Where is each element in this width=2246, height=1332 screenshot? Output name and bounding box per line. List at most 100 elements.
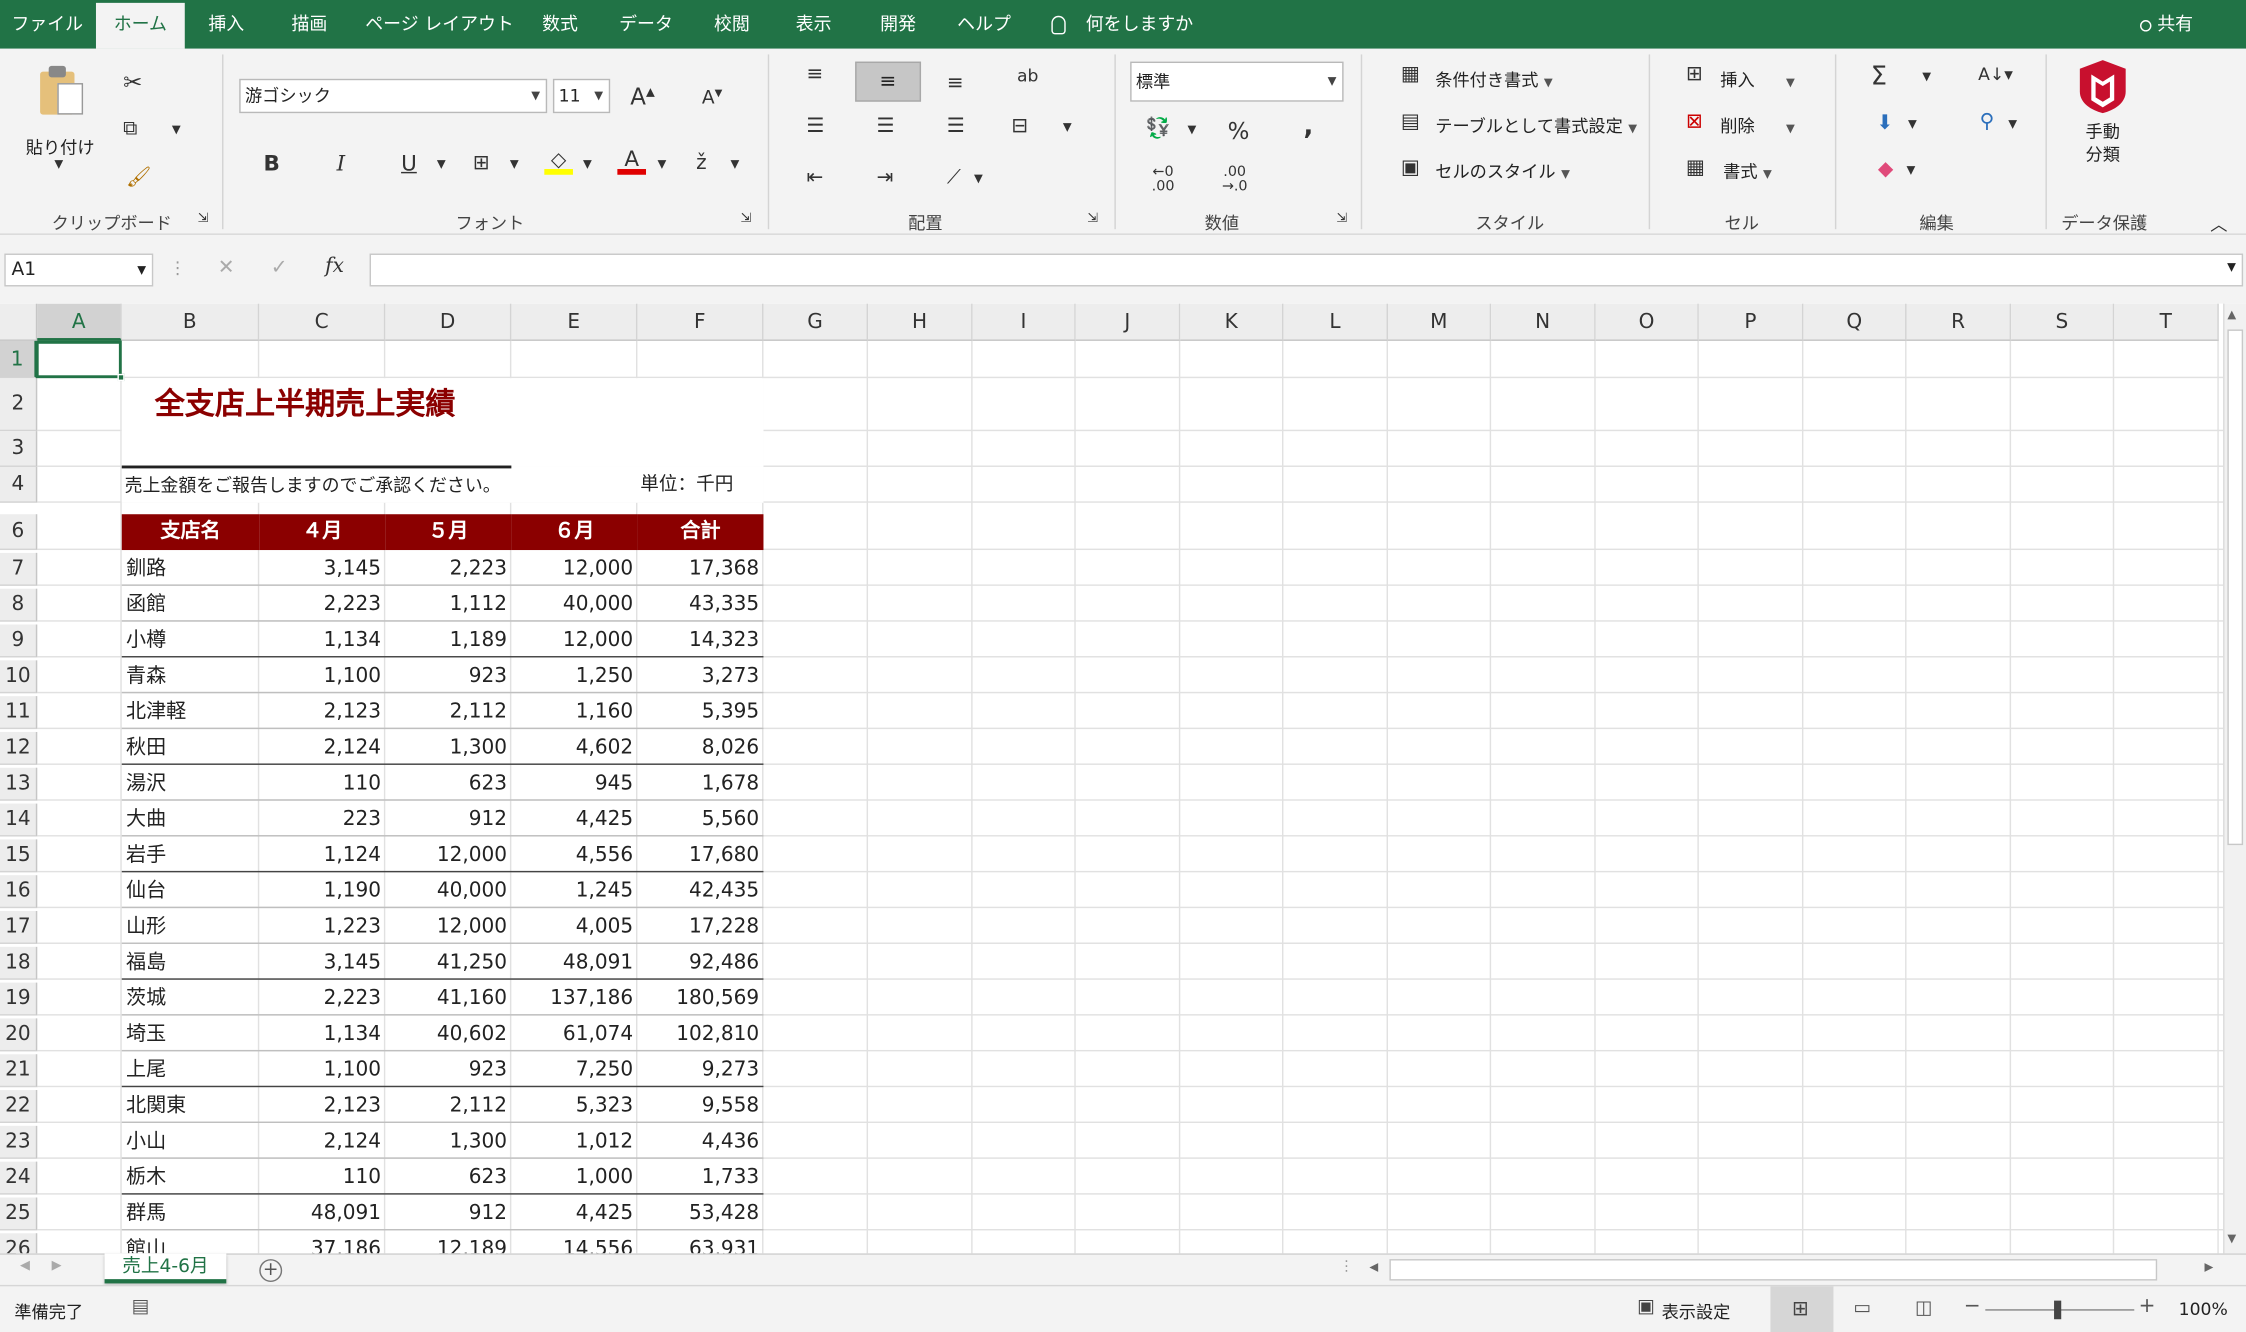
chevron-down-icon[interactable]: ▼: [437, 158, 446, 171]
column-header[interactable]: G: [763, 303, 869, 341]
increase-decimal-icon[interactable]: ←0.00: [1152, 165, 1175, 195]
orientation-icon[interactable]: ab: [1017, 66, 1038, 86]
row-header[interactable]: 20: [0, 1018, 38, 1052]
select-all-corner[interactable]: [0, 303, 38, 341]
column-header[interactable]: A: [37, 303, 122, 341]
clear-icon[interactable]: ◆: [1878, 158, 1893, 181]
ribbon-tab[interactable]: 校閲: [700, 0, 763, 49]
column-header[interactable]: T: [2114, 303, 2219, 341]
autosum-icon[interactable]: Σ: [1871, 62, 1887, 92]
chevron-down-icon[interactable]: ▼: [2008, 117, 2017, 130]
borders-icon[interactable]: ⊞: [473, 152, 490, 175]
formula-input[interactable]: ▼: [369, 253, 2244, 287]
column-header[interactable]: P: [1698, 303, 1804, 341]
font-color-icon[interactable]: A: [617, 146, 647, 175]
align-bottom-icon[interactable]: ≡: [947, 72, 964, 95]
column-header[interactable]: D: [385, 303, 512, 341]
display-settings-icon[interactable]: ▣: [1637, 1296, 1655, 1317]
increase-indent-icon[interactable]: ⇥: [877, 166, 894, 189]
insert-function-icon[interactable]: fx: [325, 255, 344, 278]
ribbon-tab[interactable]: 描画: [281, 0, 338, 49]
align-left-icon[interactable]: ☰: [806, 115, 824, 138]
ribbon-tab[interactable]: 挿入: [198, 0, 255, 49]
share-button[interactable]: 共有: [2140, 0, 2193, 49]
decrease-decimal-icon[interactable]: .00 →.0: [1222, 165, 1248, 195]
format-as-table-button[interactable]: テーブルとして書式設定 ▼: [1435, 113, 1637, 137]
worksheet-grid[interactable]: ABCDEFGHIJKLMNOPQRST 1 2 3 4 6 7 8 9 10 11 12 13 14 1…: [0, 303, 2224, 1254]
row-header[interactable]: 22: [0, 1090, 38, 1124]
column-header[interactable]: I: [972, 303, 1076, 341]
shrink-font-button[interactable]: A▼: [702, 87, 722, 109]
format-cells-button[interactable]: 書式 ▼: [1723, 159, 1772, 183]
column-header[interactable]: O: [1595, 303, 1699, 341]
column-header[interactable]: L: [1283, 303, 1388, 341]
row-header[interactable]: 6: [0, 514, 38, 551]
row-header[interactable]: 11: [0, 696, 38, 730]
fill-down-icon[interactable]: ⬇: [1876, 112, 1893, 135]
conditional-format-button[interactable]: 条件付き書式 ▼: [1435, 67, 1552, 91]
cancel-icon[interactable]: ✕: [218, 256, 235, 279]
dialog-launcher-icon[interactable]: ⇲: [1087, 212, 1098, 226]
chevron-down-icon[interactable]: ▼: [172, 123, 181, 136]
column-header[interactable]: H: [868, 303, 973, 341]
insert-cells-button[interactable]: 挿入 ▼: [1720, 67, 1794, 91]
chevron-down-icon[interactable]: ▼: [731, 158, 740, 171]
display-settings-button[interactable]: 表示設定: [1662, 1299, 1731, 1323]
row-header[interactable]: 23: [0, 1125, 38, 1159]
format-table-icon[interactable]: ▤: [1401, 110, 1420, 133]
cell-styles-button[interactable]: セルのスタイル ▼: [1435, 159, 1570, 183]
vertical-scrollbar[interactable]: ▲ ▼: [2223, 303, 2246, 1254]
find-select-icon[interactable]: ⚲: [1980, 110, 1995, 133]
prev-sheet-icon[interactable]: ◀: [20, 1259, 30, 1273]
format-cells-icon[interactable]: ▦: [1686, 156, 1705, 179]
chevron-down-icon[interactable]: ▼: [1187, 123, 1196, 136]
row-header[interactable]: 8: [0, 588, 38, 622]
column-header[interactable]: J: [1075, 303, 1181, 341]
column-header[interactable]: F: [637, 303, 764, 341]
currency-icon[interactable]: 💱: [1146, 117, 1171, 140]
collapse-ribbon-icon[interactable]: ︿: [2210, 212, 2227, 236]
tab-split-handle[interactable]: ⋮: [1339, 1259, 1353, 1275]
copy-icon[interactable]: ⧉: [123, 117, 137, 140]
zoom-out-icon[interactable]: −: [1964, 1295, 1981, 1318]
merge-center-icon[interactable]: ⊟: [1011, 115, 1028, 138]
tell-me-search[interactable]: 何をしますか: [1051, 0, 1193, 49]
zoom-level[interactable]: 100%: [2179, 1299, 2228, 1319]
zoom-in-icon[interactable]: +: [2139, 1295, 2156, 1318]
chevron-down-icon[interactable]: ▼: [1063, 120, 1072, 133]
ribbon-tab[interactable]: ホーム: [95, 2, 185, 49]
column-header[interactable]: E: [511, 303, 638, 341]
delete-cells-icon[interactable]: ⊠: [1686, 110, 1703, 133]
dialog-launcher-icon[interactable]: ⇲: [741, 212, 752, 226]
next-sheet-icon[interactable]: ▶: [52, 1259, 62, 1273]
horizontal-scroll-thumb[interactable]: [1389, 1259, 2158, 1281]
scroll-right-icon[interactable]: ▶: [2204, 1261, 2213, 1274]
column-header[interactable]: S: [2011, 303, 2115, 341]
column-header[interactable]: R: [1906, 303, 2012, 341]
column-header[interactable]: N: [1491, 303, 1596, 341]
vertical-scroll-thumb[interactable]: [2227, 329, 2244, 846]
fill-color-icon[interactable]: ◇: [544, 149, 573, 175]
manual-classify-button[interactable]: 手動 分類: [2067, 120, 2139, 166]
scroll-up-icon[interactable]: ▲: [2227, 308, 2236, 321]
page-break-view-icon[interactable]: ◫: [1915, 1298, 1933, 1319]
cut-icon[interactable]: ✂: [123, 69, 142, 96]
format-painter-icon[interactable]: 🖌: [126, 166, 151, 189]
underline-button[interactable]: U: [401, 150, 417, 176]
chevron-down-icon[interactable]: ▼: [1908, 117, 1917, 130]
row-header[interactable]: 13: [0, 767, 38, 801]
scroll-down-icon[interactable]: ▼: [2227, 1232, 2236, 1245]
scroll-left-icon[interactable]: ◀: [1369, 1261, 1378, 1274]
row-header[interactable]: 17: [0, 911, 38, 944]
column-header[interactable]: B: [121, 303, 260, 341]
align-middle-button[interactable]: ≡: [855, 61, 922, 102]
column-header[interactable]: M: [1387, 303, 1492, 341]
enter-icon[interactable]: ✓: [271, 256, 288, 279]
decrease-indent-icon[interactable]: ⇤: [806, 166, 823, 189]
fill-handle[interactable]: [117, 373, 125, 382]
row-header[interactable]: 21: [0, 1054, 38, 1088]
selected-cell-a1[interactable]: [35, 340, 122, 379]
name-box[interactable]: A1 ▼: [4, 253, 154, 287]
paste-button[interactable]: 貼り付け: [26, 135, 95, 159]
column-header[interactable]: Q: [1803, 303, 1907, 341]
